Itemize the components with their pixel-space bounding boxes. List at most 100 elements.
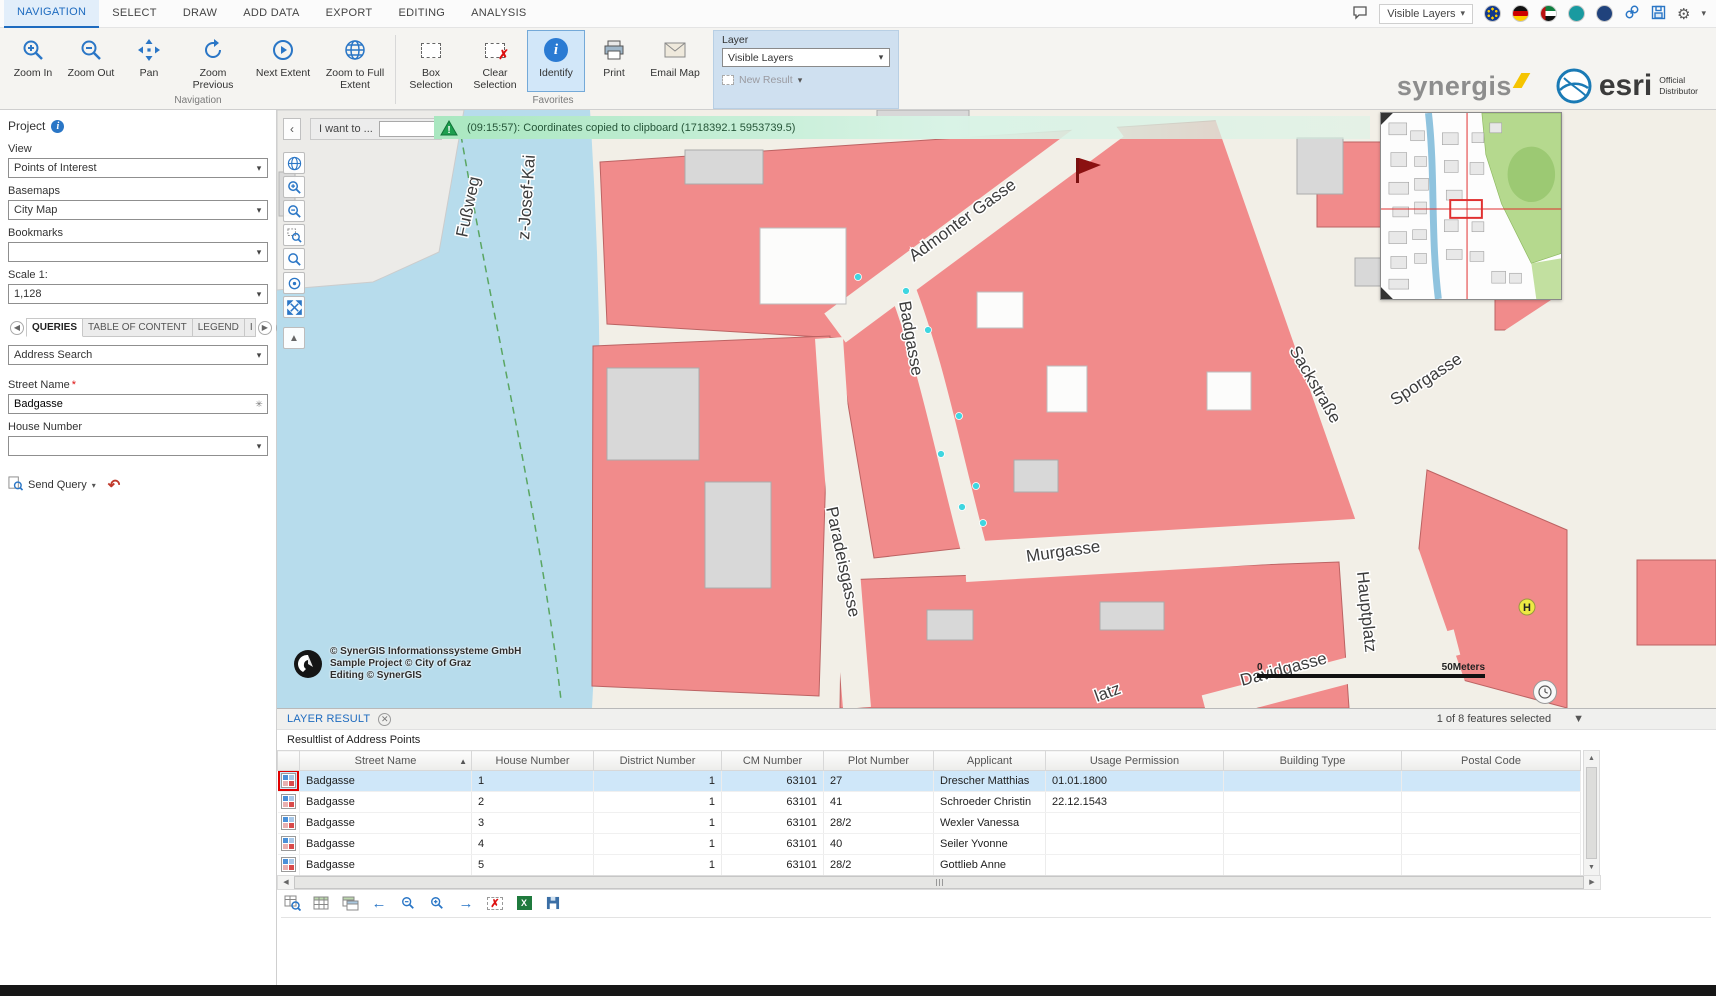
vscroll-thumb[interactable] bbox=[1586, 767, 1597, 859]
pan-button[interactable]: Pan bbox=[120, 30, 178, 92]
zoom-previous-button[interactable]: Zoom Previous bbox=[178, 30, 248, 92]
eu-flag-icon[interactable] bbox=[1484, 5, 1501, 22]
zoom-in-button[interactable]: Zoom In bbox=[4, 30, 62, 92]
chat-bubble-icon[interactable] bbox=[1352, 5, 1368, 23]
locate-feature-icon[interactable] bbox=[280, 793, 297, 810]
globe-tool-icon[interactable] bbox=[283, 152, 305, 174]
column-street-name[interactable]: Street Name▲ bbox=[300, 751, 472, 771]
overview-minimap[interactable] bbox=[1380, 112, 1562, 300]
zoom-in-record-icon[interactable] bbox=[426, 893, 448, 913]
street-name-input[interactable] bbox=[9, 398, 251, 410]
column-building-type[interactable]: Building Type bbox=[1224, 751, 1402, 771]
collapse-tools-icon[interactable]: ▲ bbox=[283, 327, 305, 349]
deselect-result-icon[interactable]: ✗ bbox=[484, 893, 506, 913]
column-usage-permission[interactable]: Usage Permission bbox=[1046, 751, 1224, 771]
table-row[interactable]: Badgasse2 163101 41Schroeder Christin 22… bbox=[278, 792, 1581, 813]
menu-tab-add-data[interactable]: ADD DATA bbox=[230, 0, 312, 27]
full-extent-tool-icon[interactable] bbox=[283, 296, 305, 318]
visible-layers-dropdown[interactable]: Visible Layers ▾ bbox=[1379, 4, 1473, 24]
history-clock-button[interactable] bbox=[1533, 680, 1557, 704]
menu-tab-export[interactable]: EXPORT bbox=[313, 0, 386, 27]
print-button[interactable]: Print bbox=[585, 30, 643, 92]
tab-table-of-content[interactable]: TABLE OF CONTENT bbox=[83, 318, 193, 337]
layer-select[interactable]: Visible Layers ▾ bbox=[722, 48, 890, 67]
column-applicant[interactable]: Applicant bbox=[934, 751, 1046, 771]
save-icon[interactable] bbox=[1651, 5, 1666, 23]
close-result-icon[interactable]: ✕ bbox=[378, 713, 391, 726]
table-row[interactable]: Badgasse4 163101 40Seiler Yvonne bbox=[278, 834, 1581, 855]
i-want-to-input[interactable] bbox=[379, 121, 437, 137]
column-plot-number[interactable]: Plot Number bbox=[824, 751, 934, 771]
scroll-left-icon[interactable]: ◀ bbox=[278, 876, 294, 889]
next-extent-button[interactable]: Next Extent bbox=[248, 30, 318, 92]
scale-select[interactable]: 1,128 ▾ bbox=[8, 284, 268, 304]
info-icon[interactable]: i bbox=[51, 120, 64, 133]
menu-tab-select[interactable]: SELECT bbox=[99, 0, 170, 27]
tabs-scroll-left-icon[interactable]: ◀ bbox=[10, 321, 24, 335]
menu-tab-navigation[interactable]: NAVIGATION bbox=[4, 0, 99, 28]
next-record-icon[interactable]: → bbox=[455, 893, 477, 913]
locate-feature-icon[interactable] bbox=[280, 772, 297, 789]
table-vertical-scrollbar[interactable]: ▲ ▼ bbox=[1583, 750, 1600, 876]
tab-legend[interactable]: LEGEND bbox=[193, 318, 245, 337]
scroll-up-icon[interactable]: ▲ bbox=[1584, 751, 1599, 766]
app-circle-icon[interactable] bbox=[1596, 5, 1613, 22]
bookmarks-select[interactable]: ▾ bbox=[8, 242, 268, 262]
menu-tab-analysis[interactable]: ANALYSIS bbox=[458, 0, 539, 27]
new-result-button[interactable]: New Result ▾ bbox=[722, 74, 890, 86]
zoom-full-extent-button[interactable]: Zoom to Full Extent bbox=[318, 30, 392, 92]
autocomplete-icon[interactable]: ✳ bbox=[251, 399, 267, 410]
settings-gear-icon[interactable]: ⚙ bbox=[1677, 5, 1690, 23]
tab-partial[interactable]: I bbox=[245, 318, 256, 337]
scroll-down-icon[interactable]: ▼ bbox=[1584, 860, 1599, 875]
zoom-scale-tool-icon[interactable] bbox=[283, 248, 305, 270]
email-map-button[interactable]: Email Map bbox=[643, 30, 707, 92]
query-type-select[interactable]: Address Search ▾ bbox=[8, 345, 268, 365]
send-query-button[interactable]: Send Query ▾ bbox=[8, 476, 96, 494]
previous-record-icon[interactable]: ← bbox=[368, 893, 390, 913]
save-result-icon[interactable] bbox=[542, 893, 564, 913]
hscroll-thumb[interactable] bbox=[294, 876, 1584, 889]
locate-feature-icon[interactable] bbox=[280, 856, 297, 873]
zoom-out-record-icon[interactable] bbox=[397, 893, 419, 913]
reset-query-icon[interactable]: ↶ bbox=[108, 476, 121, 494]
column-house-number[interactable]: House Number bbox=[472, 751, 594, 771]
sidebar-collapse-button[interactable]: ‹ bbox=[283, 118, 301, 140]
menu-tab-draw[interactable]: DRAW bbox=[170, 0, 230, 27]
link-icon[interactable] bbox=[1624, 4, 1640, 23]
zoom-in-tool-icon[interactable] bbox=[283, 176, 305, 198]
identify-button[interactable]: i Identify bbox=[527, 30, 585, 92]
column-cm-number[interactable]: CM Number bbox=[722, 751, 824, 771]
zoom-out-tool-icon[interactable] bbox=[283, 200, 305, 222]
new-table-view-icon[interactable] bbox=[339, 893, 361, 913]
table-horizontal-scrollbar[interactable]: ◀ ▶ bbox=[277, 875, 1601, 890]
settings-chevron-icon[interactable]: ▾ bbox=[1701, 8, 1706, 19]
globe-icon[interactable] bbox=[1568, 5, 1585, 22]
tabs-scroll-right-icon[interactable]: ▶ bbox=[258, 321, 272, 335]
center-map-tool-icon[interactable] bbox=[283, 272, 305, 294]
clear-selection-button[interactable]: ✗ Clear Selection bbox=[463, 30, 527, 92]
locate-feature-icon[interactable] bbox=[280, 835, 297, 852]
box-selection-button[interactable]: Box Selection bbox=[399, 30, 463, 92]
zoom-out-button[interactable]: Zoom Out bbox=[62, 30, 120, 92]
table-row[interactable]: Badgasse5 163101 28/2Gottlieb Anne bbox=[278, 855, 1581, 876]
table-row[interactable]: Badgasse1 163101 27Drescher Matthias 01.… bbox=[278, 771, 1581, 792]
panel-collapse-icon[interactable]: ▼ bbox=[1573, 713, 1584, 725]
scroll-right-icon[interactable]: ▶ bbox=[1584, 876, 1600, 889]
column-postal-code[interactable]: Postal Code bbox=[1402, 751, 1581, 771]
germany-flag-icon[interactable] bbox=[1512, 5, 1529, 22]
show-table-icon[interactable] bbox=[310, 893, 332, 913]
menu-tab-editing[interactable]: EDITING bbox=[385, 0, 458, 27]
view-select[interactable]: Points of Interest ▾ bbox=[8, 158, 268, 178]
tab-layer-result[interactable]: LAYER RESULT bbox=[287, 713, 370, 725]
tab-queries[interactable]: QUERIES bbox=[26, 318, 83, 337]
basemaps-select[interactable]: City Map ▾ bbox=[8, 200, 268, 220]
table-row[interactable]: Badgasse3 163101 28/2Wexler Vanessa bbox=[278, 813, 1581, 834]
locate-feature-icon[interactable] bbox=[280, 814, 297, 831]
zoom-to-result-icon[interactable] bbox=[281, 893, 303, 913]
zoom-window-tool-icon[interactable] bbox=[283, 224, 305, 246]
uae-flag-icon[interactable] bbox=[1540, 5, 1557, 22]
column-district-number[interactable]: District Number bbox=[594, 751, 722, 771]
export-excel-icon[interactable]: X bbox=[513, 893, 535, 913]
house-number-select[interactable]: ▾ bbox=[8, 436, 268, 456]
